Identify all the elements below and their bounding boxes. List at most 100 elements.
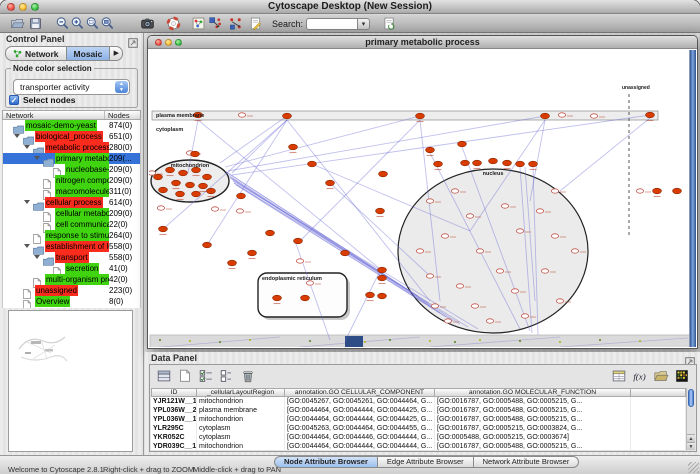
network-node[interactable] <box>416 113 425 119</box>
network-window-titlebar[interactable]: primary metabolic process <box>148 36 697 49</box>
network-node[interactable] <box>516 229 523 233</box>
network-node[interactable] <box>461 160 470 166</box>
network-node[interactable] <box>426 199 433 203</box>
tree-row[interactable]: unassigned223(0) <box>3 285 140 296</box>
network-node[interactable] <box>441 234 448 238</box>
tree-row[interactable]: macromolecule311(0) <box>3 186 140 197</box>
column-header[interactable] <box>631 388 686 397</box>
tab-network[interactable]: Network <box>5 46 67 61</box>
network-name[interactable]: cell communicat <box>55 219 109 230</box>
tree-row[interactable]: cellular process614(0) <box>3 197 140 208</box>
network-close-button[interactable] <box>155 39 162 46</box>
network-node[interactable] <box>456 284 463 288</box>
network-node[interactable] <box>466 214 473 218</box>
select-attributes-icon[interactable] <box>198 368 214 384</box>
table-row[interactable]: YJR121W__1mitochondrion[GO:0045267, GO:0… <box>151 397 686 406</box>
network-node[interactable] <box>451 189 458 193</box>
network-node[interactable] <box>154 174 163 180</box>
network-node[interactable] <box>496 269 503 273</box>
network-node[interactable] <box>458 141 467 147</box>
tab-edge-attribute-browser[interactable]: Edge Attribute Browser <box>378 456 474 468</box>
table-rows-icon[interactable] <box>156 368 172 384</box>
disclosure-triangle-icon[interactable] <box>34 156 40 160</box>
network-node[interactable] <box>501 204 508 208</box>
network-node[interactable] <box>673 188 682 194</box>
network-name[interactable]: unassigned <box>35 285 78 296</box>
save-session-icon[interactable] <box>28 16 43 31</box>
tree-row[interactable]: biological_process651(0) <box>3 131 140 142</box>
title-bar[interactable]: Cytoscape Desktop (New Session) <box>0 0 700 14</box>
network-node[interactable] <box>301 295 310 301</box>
network-name[interactable]: macromolecule <box>55 186 109 197</box>
table-row[interactable]: YPL036W__1mitochondrion[GO:0044464, GO:0… <box>151 415 686 424</box>
network-node[interactable] <box>179 170 188 176</box>
network-node[interactable] <box>203 174 212 180</box>
network-canvas[interactable]: plasma membranecytoplasmmitochondrionnuc… <box>149 50 689 347</box>
node-color-select[interactable]: transporter activity <box>13 79 130 95</box>
network-node[interactable] <box>378 275 387 281</box>
close-button[interactable] <box>7 3 15 11</box>
tree-row[interactable]: metabolic process280(0) <box>3 142 140 153</box>
network-node[interactable] <box>471 304 478 308</box>
function-builder-icon[interactable]: f(x) <box>632 368 648 384</box>
zoom-out-icon[interactable] <box>55 16 70 31</box>
search-input[interactable] <box>306 18 358 30</box>
tab-mosaic[interactable]: Mosaic <box>67 46 111 61</box>
network-node[interactable] <box>511 289 518 293</box>
network-node[interactable] <box>294 238 303 244</box>
zoom-selected-icon[interactable] <box>85 16 100 31</box>
column-header[interactable]: ID <box>151 388 197 397</box>
network-node[interactable] <box>289 144 298 150</box>
network-node[interactable] <box>378 293 387 299</box>
network-node[interactable] <box>283 113 292 119</box>
network-node[interactable] <box>237 193 246 199</box>
layout-network-icon[interactable] <box>208 16 223 31</box>
network-node[interactable] <box>590 114 597 118</box>
network-name[interactable]: Overview <box>35 296 70 307</box>
network-node[interactable] <box>434 161 443 167</box>
network-node[interactable] <box>426 274 433 278</box>
network-node[interactable] <box>503 160 512 166</box>
network-node[interactable] <box>646 112 655 118</box>
snapshot-icon[interactable] <box>140 16 155 31</box>
help-icon[interactable] <box>166 16 181 31</box>
network-node[interactable] <box>207 188 216 194</box>
column-header[interactable]: annotation.GO CELLULAR_COMPONENT <box>285 388 435 397</box>
network-node[interactable] <box>366 292 375 298</box>
network-node[interactable] <box>541 269 548 273</box>
layout-arrange-icon[interactable] <box>228 16 243 31</box>
scroll-down-arrow-icon[interactable]: ▼ <box>687 442 695 450</box>
disclosure-triangle-icon[interactable] <box>14 134 20 138</box>
vizmapper-icon[interactable] <box>191 16 206 31</box>
network-name[interactable]: cellular process <box>45 197 103 208</box>
network-node[interactable] <box>176 191 185 197</box>
open-session-icon[interactable] <box>10 16 25 31</box>
unselect-attributes-icon[interactable] <box>219 368 235 384</box>
tree-row[interactable]: response to stimulu264(0) <box>3 230 140 241</box>
network-name[interactable]: metabolic process <box>45 142 109 153</box>
network-node[interactable] <box>416 249 423 253</box>
network-node[interactable] <box>326 180 335 186</box>
network-node[interactable] <box>653 188 662 194</box>
table-vertical-scrollbar[interactable]: ▲ ▼ <box>686 388 695 450</box>
tab-node-attribute-browser[interactable]: Node Attribute Browser <box>274 456 378 468</box>
birdseye-view-panel[interactable] <box>8 310 133 452</box>
network-name[interactable]: nucleobase- <box>65 164 109 175</box>
import-attributes-icon[interactable] <box>653 368 669 384</box>
network-node[interactable] <box>341 250 350 256</box>
network-node[interactable] <box>296 259 303 263</box>
network-node[interactable] <box>379 171 388 177</box>
network-node[interactable] <box>159 226 168 232</box>
resize-grip[interactable] <box>688 462 699 473</box>
network-name[interactable]: cellular metabo <box>55 208 109 219</box>
network-vertical-scrollbar[interactable] <box>689 50 696 347</box>
zoom-in-icon[interactable] <box>70 16 85 31</box>
delete-attribute-icon[interactable] <box>240 368 256 384</box>
tree-row[interactable]: mosaic-demo-yeast874(0) <box>3 120 140 131</box>
network-node[interactable] <box>211 207 218 211</box>
search-dropdown-button[interactable] <box>358 18 370 30</box>
column-header[interactable]: annotation.GO MOLECULAR_FUNCTION <box>435 388 631 397</box>
table-row[interactable]: YKR052Ccytoplasm[GO:0044464, GO:0044446,… <box>151 433 686 442</box>
network-view-window[interactable]: primary metabolic process plasma membran… <box>147 35 698 349</box>
network-node[interactable] <box>308 161 317 167</box>
